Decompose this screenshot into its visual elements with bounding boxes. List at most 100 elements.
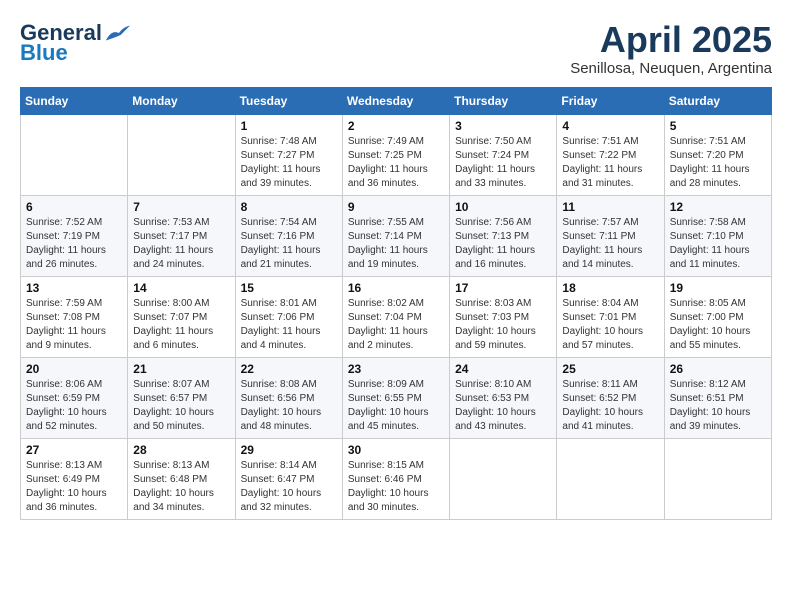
day-number: 4 xyxy=(562,119,658,133)
calendar-cell: 9Sunrise: 7:55 AM Sunset: 7:14 PM Daylig… xyxy=(342,195,449,276)
day-number: 8 xyxy=(241,200,337,214)
day-number: 13 xyxy=(26,281,122,295)
day-info: Sunrise: 7:49 AM Sunset: 7:25 PM Dayligh… xyxy=(348,135,444,191)
calendar-cell: 27 Sunrise: 8:13 AM Sunset: 6:49 PM Dayli… xyxy=(21,438,128,519)
day-number: 24 xyxy=(455,362,551,376)
day-info: Sunrise: 7:50 AM Sunset: 7:24 PM Dayligh… xyxy=(455,135,551,191)
day-info: Sunrise: 7:48 AM Sunset: 7:27 PM Dayligh… xyxy=(241,135,337,191)
day-info: Sunrise: 7:52 AM Sunset: 7:19 PM Dayligh… xyxy=(26,216,122,272)
day-number: 11 xyxy=(562,200,658,214)
day-number: 30 xyxy=(348,443,444,457)
calendar-cell: 24 Sunrise: 8:10 AM Sunset: 6:53 PM Dayli… xyxy=(450,357,557,438)
day-number: 29 xyxy=(241,443,337,457)
day-info: Sunrise: 7:51 AM Sunset: 7:22 PM Dayligh… xyxy=(562,135,658,191)
calendar-cell: 11 Sunrise: 7:57 AM Sunset: 7:11 PM Dayli… xyxy=(557,195,664,276)
calendar-cell: 8 Sunrise: 7:54 AM Sunset: 7:16 PM Daylig… xyxy=(235,195,342,276)
day-info: Sunrise: 8:00 AM Sunset: 7:07 PM Dayligh… xyxy=(133,297,229,353)
day-info: Sunrise: 8:09 AM Sunset: 6:55 PM Dayligh… xyxy=(348,378,444,434)
day-number: 10 xyxy=(455,200,551,214)
day-info: Sunrise: 7:58 AM Sunset: 7:10 PM Dayligh… xyxy=(670,216,766,272)
calendar-cell xyxy=(450,438,557,519)
calendar-cell: 12Sunrise: 7:58 AM Sunset: 7:10 PM Dayli… xyxy=(664,195,771,276)
day-number: 7 xyxy=(133,200,229,214)
calendar-cell: 30 Sunrise: 8:15 AM Sunset: 6:46 PM Dayli… xyxy=(342,438,449,519)
day-info: Sunrise: 8:03 AM Sunset: 7:03 PM Dayligh… xyxy=(455,297,551,353)
day-number: 14 xyxy=(133,281,229,295)
day-number: 17 xyxy=(455,281,551,295)
calendar-cell: 25 Sunrise: 8:11 AM Sunset: 6:52 PM Dayli… xyxy=(557,357,664,438)
day-number: 25 xyxy=(562,362,658,376)
calendar-week-4: 20Sunrise: 8:06 AM Sunset: 6:59 PM Dayli… xyxy=(21,357,772,438)
calendar-cell xyxy=(557,438,664,519)
day-info: Sunrise: 7:51 AM Sunset: 7:20 PM Dayligh… xyxy=(670,135,766,191)
day-number: 26 xyxy=(670,362,766,376)
day-number: 15 xyxy=(241,281,337,295)
day-info: Sunrise: 8:13 AM Sunset: 6:49 PM Dayligh… xyxy=(26,459,122,515)
logo-bird-icon xyxy=(104,21,132,45)
month-title: April 2025 xyxy=(570,20,772,60)
day-number: 2 xyxy=(348,119,444,133)
day-info: Sunrise: 7:57 AM Sunset: 7:11 PM Dayligh… xyxy=(562,216,658,272)
calendar-table: SundayMondayTuesdayWednesdayThursdayFrid… xyxy=(20,87,772,520)
calendar-cell xyxy=(664,438,771,519)
calendar-cell: 2 Sunrise: 7:49 AM Sunset: 7:25 PM Daylig… xyxy=(342,114,449,195)
day-number: 21 xyxy=(133,362,229,376)
calendar-cell: 17 Sunrise: 8:03 AM Sunset: 7:03 PM Dayli… xyxy=(450,276,557,357)
day-info: Sunrise: 7:53 AM Sunset: 7:17 PM Dayligh… xyxy=(133,216,229,272)
day-info: Sunrise: 8:14 AM Sunset: 6:47 PM Dayligh… xyxy=(241,459,337,515)
calendar-cell: 5 Sunrise: 7:51 AM Sunset: 7:20 PM Daylig… xyxy=(664,114,771,195)
calendar-cell: 1 Sunrise: 7:48 AM Sunset: 7:27 PM Daylig… xyxy=(235,114,342,195)
calendar-cell: 18 Sunrise: 8:04 AM Sunset: 7:01 PM Dayli… xyxy=(557,276,664,357)
calendar-cell: 26 Sunrise: 8:12 AM Sunset: 6:51 PM Dayli… xyxy=(664,357,771,438)
day-number: 6 xyxy=(26,200,122,214)
day-number: 27 xyxy=(26,443,122,457)
calendar-cell: 4 Sunrise: 7:51 AM Sunset: 7:22 PM Daylig… xyxy=(557,114,664,195)
day-number: 1 xyxy=(241,119,337,133)
day-number: 22 xyxy=(241,362,337,376)
day-number: 19 xyxy=(670,281,766,295)
weekday-header-row: SundayMondayTuesdayWednesdayThursdayFrid… xyxy=(21,87,772,114)
weekday-header-saturday: Saturday xyxy=(664,87,771,114)
weekday-header-tuesday: Tuesday xyxy=(235,87,342,114)
day-info: Sunrise: 8:04 AM Sunset: 7:01 PM Dayligh… xyxy=(562,297,658,353)
calendar-cell xyxy=(128,114,235,195)
day-number: 5 xyxy=(670,119,766,133)
page-header: General Blue April 2025 Senillosa, Neuqu… xyxy=(20,20,772,77)
calendar-cell: 7 Sunrise: 7:53 AM Sunset: 7:17 PM Daylig… xyxy=(128,195,235,276)
day-info: Sunrise: 8:11 AM Sunset: 6:52 PM Dayligh… xyxy=(562,378,658,434)
weekday-header-monday: Monday xyxy=(128,87,235,114)
calendar-cell: 23 Sunrise: 8:09 AM Sunset: 6:55 PM Dayli… xyxy=(342,357,449,438)
day-number: 16 xyxy=(348,281,444,295)
logo: General Blue xyxy=(20,20,132,66)
location-subtitle: Senillosa, Neuquen, Argentina xyxy=(570,60,772,77)
day-info: Sunrise: 8:13 AM Sunset: 6:48 PM Dayligh… xyxy=(133,459,229,515)
day-number: 23 xyxy=(348,362,444,376)
calendar-week-2: 6 Sunrise: 7:52 AM Sunset: 7:19 PM Daylig… xyxy=(21,195,772,276)
calendar-cell: 3 Sunrise: 7:50 AM Sunset: 7:24 PM Daylig… xyxy=(450,114,557,195)
day-number: 9 xyxy=(348,200,444,214)
day-info: Sunrise: 8:10 AM Sunset: 6:53 PM Dayligh… xyxy=(455,378,551,434)
calendar-cell: 16 Sunrise: 8:02 AM Sunset: 7:04 PM Dayli… xyxy=(342,276,449,357)
day-number: 3 xyxy=(455,119,551,133)
calendar-cell: 14 Sunrise: 8:00 AM Sunset: 7:07 PM Dayli… xyxy=(128,276,235,357)
day-info: Sunrise: 7:59 AM Sunset: 7:08 PM Dayligh… xyxy=(26,297,122,353)
day-number: 28 xyxy=(133,443,229,457)
day-info: Sunrise: 8:15 AM Sunset: 6:46 PM Dayligh… xyxy=(348,459,444,515)
day-info: Sunrise: 8:05 AM Sunset: 7:00 PM Dayligh… xyxy=(670,297,766,353)
weekday-header-sunday: Sunday xyxy=(21,87,128,114)
day-info: Sunrise: 7:54 AM Sunset: 7:16 PM Dayligh… xyxy=(241,216,337,272)
weekday-header-thursday: Thursday xyxy=(450,87,557,114)
weekday-header-friday: Friday xyxy=(557,87,664,114)
day-number: 18 xyxy=(562,281,658,295)
day-info: Sunrise: 8:12 AM Sunset: 6:51 PM Dayligh… xyxy=(670,378,766,434)
day-info: Sunrise: 7:56 AM Sunset: 7:13 PM Dayligh… xyxy=(455,216,551,272)
weekday-header-wednesday: Wednesday xyxy=(342,87,449,114)
day-info: Sunrise: 8:02 AM Sunset: 7:04 PM Dayligh… xyxy=(348,297,444,353)
calendar-cell: 19 Sunrise: 8:05 AM Sunset: 7:00 PM Dayli… xyxy=(664,276,771,357)
calendar-cell: 28 Sunrise: 8:13 AM Sunset: 6:48 PM Dayli… xyxy=(128,438,235,519)
calendar-cell: 13 Sunrise: 7:59 AM Sunset: 7:08 PM Dayli… xyxy=(21,276,128,357)
calendar-cell: 15Sunrise: 8:01 AM Sunset: 7:06 PM Dayli… xyxy=(235,276,342,357)
calendar-week-3: 13 Sunrise: 7:59 AM Sunset: 7:08 PM Dayli… xyxy=(21,276,772,357)
day-info: Sunrise: 8:06 AM Sunset: 6:59 PM Dayligh… xyxy=(26,378,122,434)
calendar-cell: 22Sunrise: 8:08 AM Sunset: 6:56 PM Dayli… xyxy=(235,357,342,438)
